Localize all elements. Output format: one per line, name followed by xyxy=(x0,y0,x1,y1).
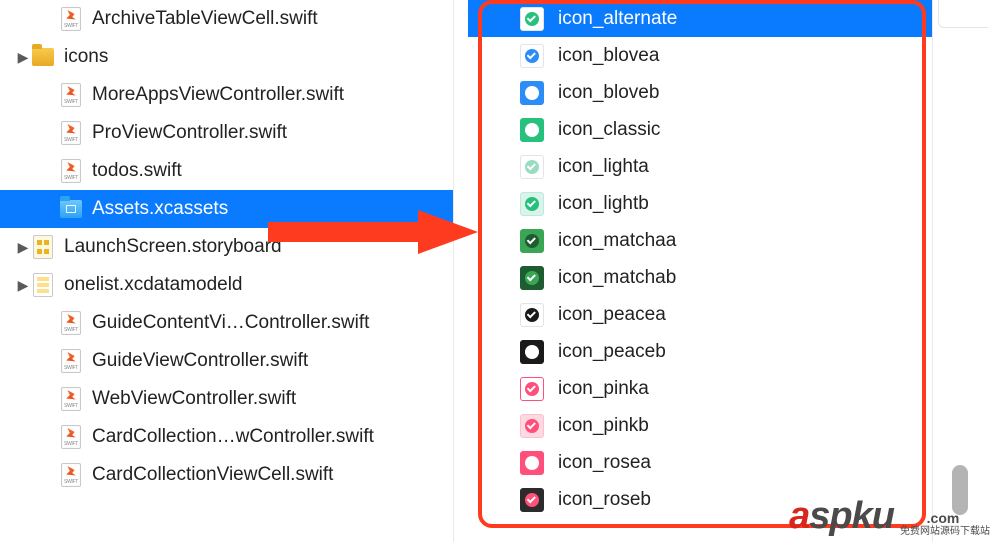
imageset-icon xyxy=(520,414,544,438)
imageset-icon xyxy=(520,44,544,68)
imageset-icon xyxy=(520,118,544,142)
navigator-item[interactable]: SWIFT ArchiveTableViewCell.swift xyxy=(0,0,453,38)
asset-item-label: icon_pinkb xyxy=(558,415,649,437)
asset-item[interactable]: icon_lighta xyxy=(468,148,932,185)
assets-folder-icon xyxy=(60,198,82,220)
navigator-item[interactable]: ▶ icons xyxy=(0,38,453,76)
navigator-item-label: CardCollectionViewCell.swift xyxy=(92,464,333,486)
asset-item-label: icon_peaceb xyxy=(558,341,666,363)
navigator-item-label: LaunchScreen.storyboard xyxy=(64,236,282,258)
navigator-item-label: onelist.xcdatamodeld xyxy=(64,274,243,296)
asset-item-label: icon_alternate xyxy=(558,8,677,30)
disclosure-triangle-icon[interactable]: ▶ xyxy=(14,239,32,256)
swift-file-icon: SWIFT xyxy=(60,312,82,334)
imageset-icon xyxy=(520,340,544,364)
navigator-item[interactable]: SWIFT todos.swift xyxy=(0,152,453,190)
asset-item[interactable]: icon_peacea xyxy=(468,296,932,333)
imageset-icon xyxy=(520,488,544,512)
navigator-item-label: MoreAppsViewController.swift xyxy=(92,84,344,106)
asset-item-label: icon_blovea xyxy=(558,45,659,67)
swift-file-icon: SWIFT xyxy=(60,426,82,448)
navigator-item[interactable]: SWIFT ProViewController.swift xyxy=(0,114,453,152)
folder-icon xyxy=(32,46,54,68)
asset-item[interactable]: icon_alternate xyxy=(468,0,932,37)
navigator-item-label: Assets.xcassets xyxy=(92,198,228,220)
navigator-item-label: GuideViewController.swift xyxy=(92,350,308,372)
swift-file-icon: SWIFT xyxy=(60,84,82,106)
navigator-item-label: WebViewController.swift xyxy=(92,388,296,410)
navigator-item[interactable]: SWIFT CardCollectionViewCell.swift xyxy=(0,456,453,494)
imageset-icon xyxy=(520,7,544,31)
swift-file-icon: SWIFT xyxy=(60,388,82,410)
navigator-item[interactable]: SWIFT CardCollection…wController.swift xyxy=(0,418,453,456)
asset-item-label: icon_peacea xyxy=(558,304,666,326)
asset-item-label: icon_roseb xyxy=(558,489,651,511)
asset-catalog-list[interactable]: icon_alternate icon_blovea icon_blovebicon… xyxy=(468,0,933,542)
swift-file-icon: SWIFT xyxy=(60,160,82,182)
navigator-item-label: icons xyxy=(64,46,108,68)
asset-item[interactable]: icon_lightb xyxy=(468,185,932,222)
asset-item[interactable]: icon_roseb xyxy=(468,481,932,518)
navigator-item[interactable]: Assets.xcassets xyxy=(0,190,453,228)
imageset-icon xyxy=(520,377,544,401)
navigator-item[interactable]: ▶ onelist.xcdatamodeld xyxy=(0,266,453,304)
storyboard-file-icon xyxy=(32,236,54,258)
swift-file-icon: SWIFT xyxy=(60,8,82,30)
asset-item-label: icon_matchab xyxy=(558,267,676,289)
disclosure-triangle-icon[interactable]: ▶ xyxy=(14,277,32,294)
navigator-item-label: CardCollection…wController.swift xyxy=(92,426,374,448)
asset-item-label: icon_lighta xyxy=(558,156,649,178)
swift-file-icon: SWIFT xyxy=(60,350,82,372)
swift-file-icon: SWIFT xyxy=(60,464,82,486)
asset-item[interactable]: icon_bloveb xyxy=(468,74,932,111)
asset-item[interactable]: icon_matchab xyxy=(468,259,932,296)
asset-item[interactable]: icon_pinkb xyxy=(468,407,932,444)
asset-item-label: icon_matchaa xyxy=(558,230,676,252)
disclosure-triangle-icon[interactable]: ▶ xyxy=(14,49,32,66)
imageset-icon xyxy=(520,155,544,179)
project-navigator[interactable]: SWIFT ArchiveTableViewCell.swift ▶ icons SWI… xyxy=(0,0,454,542)
asset-item[interactable]: icon_rosea xyxy=(468,444,932,481)
navigator-item-label: todos.swift xyxy=(92,160,182,182)
asset-item-label: icon_bloveb xyxy=(558,82,659,104)
navigator-item-label: ProViewController.swift xyxy=(92,122,287,144)
imageset-icon xyxy=(520,303,544,327)
asset-item[interactable]: icon_blovea xyxy=(468,37,932,74)
asset-item[interactable]: icon_pinka xyxy=(468,370,932,407)
imageset-icon xyxy=(520,229,544,253)
imageset-icon xyxy=(520,451,544,475)
asset-item-label: icon_pinka xyxy=(558,378,649,400)
asset-item[interactable]: icon_peaceb xyxy=(468,333,932,370)
asset-item[interactable]: icon_matchaa xyxy=(468,222,932,259)
navigator-item-label: GuideContentVi…Controller.swift xyxy=(92,312,369,334)
navigator-item[interactable]: SWIFT WebViewController.swift xyxy=(0,380,453,418)
navigator-item-label: ArchiveTableViewCell.swift xyxy=(92,8,318,30)
asset-item[interactable]: icon_classic xyxy=(468,111,932,148)
scrollbar-thumb[interactable] xyxy=(952,465,968,515)
swift-file-icon: SWIFT xyxy=(60,122,82,144)
asset-item-label: icon_rosea xyxy=(558,452,651,474)
imageset-icon xyxy=(520,192,544,216)
imageset-icon xyxy=(520,266,544,290)
asset-item-label: icon_classic xyxy=(558,119,660,141)
navigator-item[interactable]: SWIFT GuideContentVi…Controller.swift xyxy=(0,304,453,342)
navigator-item[interactable]: SWIFT GuideViewController.swift xyxy=(0,342,453,380)
navigator-item[interactable]: ▶ LaunchScreen.storyboard xyxy=(0,228,453,266)
asset-item-label: icon_lightb xyxy=(558,193,649,215)
toolbar-stub xyxy=(938,0,988,28)
imageset-icon xyxy=(520,81,544,105)
navigator-item[interactable]: SWIFT MoreAppsViewController.swift xyxy=(0,76,453,114)
datamodel-file-icon xyxy=(32,274,54,296)
